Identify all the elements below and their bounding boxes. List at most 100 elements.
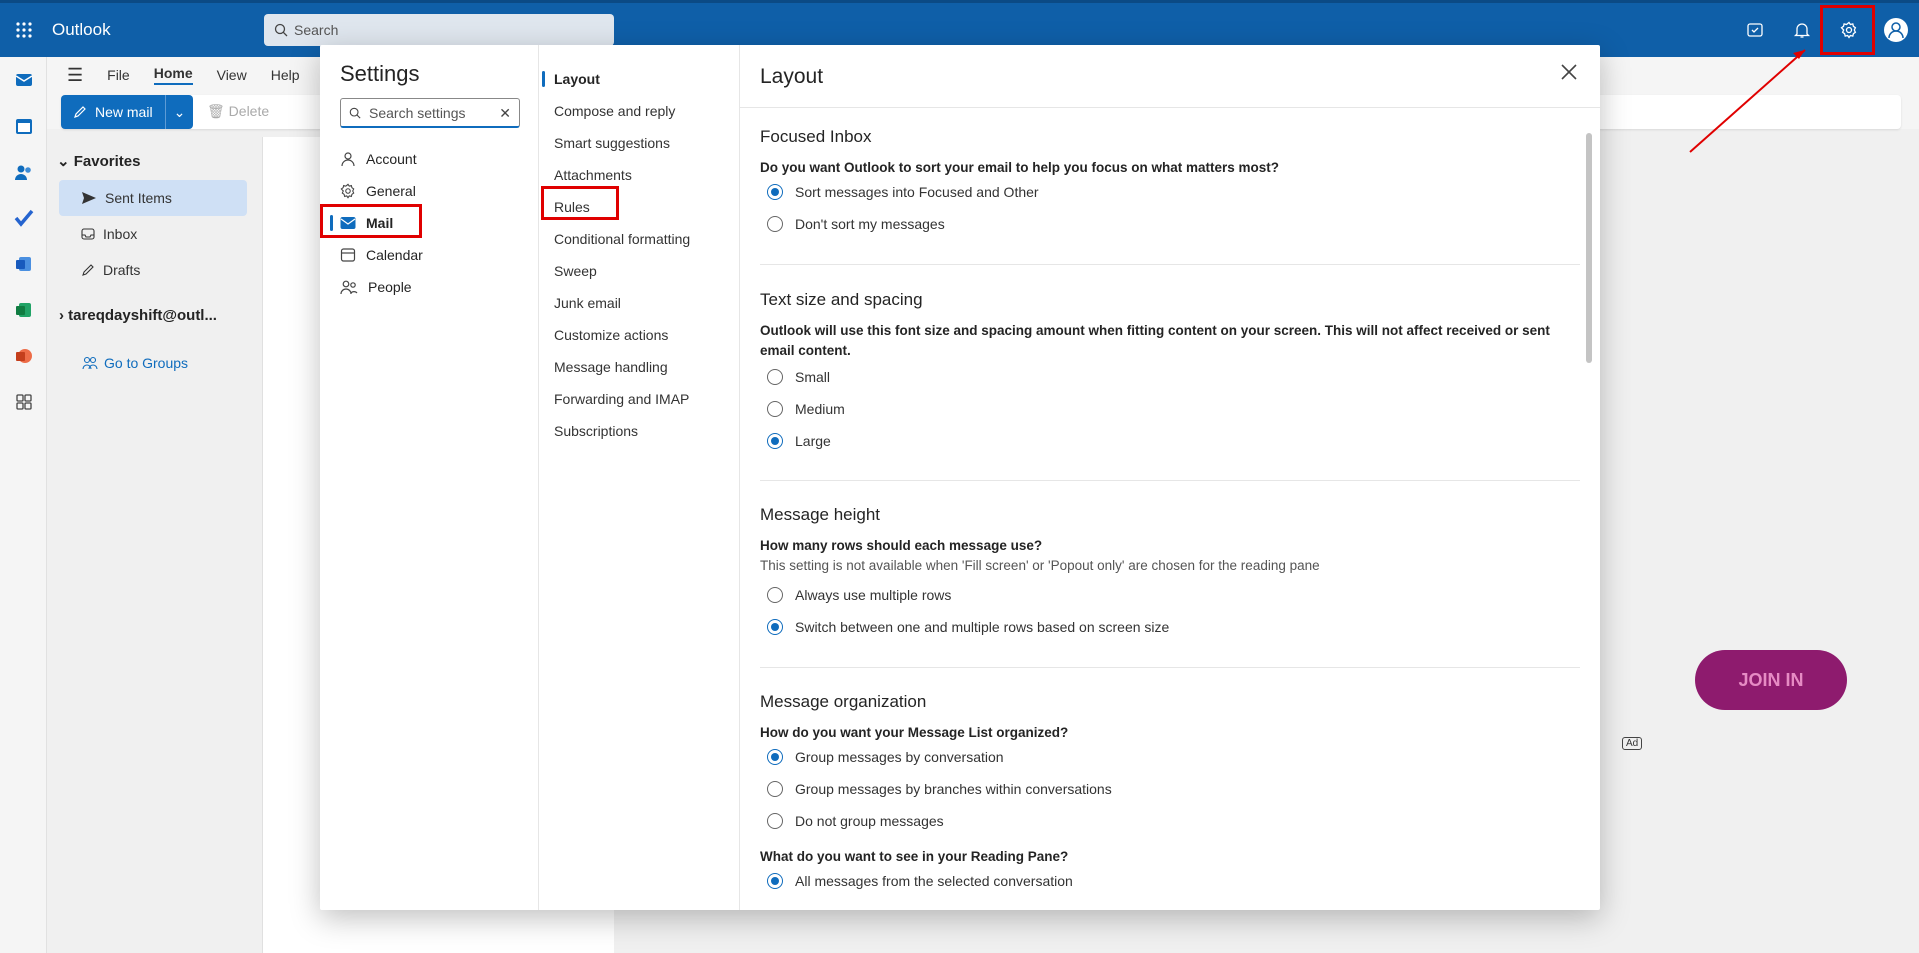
- tab-file[interactable]: File: [107, 67, 130, 83]
- search-icon: [349, 107, 361, 119]
- account-folder[interactable]: › tareqdayshift@outl...: [59, 307, 217, 324]
- groups-label: Go to Groups: [104, 355, 189, 371]
- clear-icon[interactable]: ✕: [499, 105, 511, 122]
- excel-app-icon[interactable]: [0, 287, 47, 333]
- radio-label: Sort messages into Focused and Other: [795, 184, 1039, 200]
- more-apps-icon[interactable]: [0, 379, 47, 425]
- folder-label: Drafts: [103, 262, 141, 278]
- close-icon: [1561, 64, 1577, 80]
- section-focused-inbox-title: Focused Inbox: [760, 127, 872, 146]
- powerpoint-app-icon[interactable]: [0, 333, 47, 379]
- person-icon: [341, 152, 355, 167]
- word-app-icon[interactable]: [0, 241, 47, 287]
- settings-nav-general[interactable]: General: [340, 175, 416, 207]
- radio-dot: [767, 619, 783, 635]
- vertical-scrollbar[interactable]: [1586, 113, 1592, 903]
- mail-nav-sweep[interactable]: Sweep: [554, 255, 597, 287]
- radio-text-large[interactable]: Large: [767, 433, 831, 449]
- settings-content: Layout Focused Inbox Do you want Outlook…: [740, 45, 1600, 910]
- settings-nav-calendar[interactable]: Calendar: [340, 239, 423, 271]
- app-rail: [0, 57, 47, 953]
- ad-badge[interactable]: Ad: [1622, 737, 1643, 750]
- mail-nav-conditional-formatting[interactable]: Conditional formatting: [554, 223, 690, 255]
- radio-dot: [767, 369, 783, 385]
- avatar[interactable]: [1872, 3, 1919, 57]
- radio-dot: [767, 587, 783, 603]
- tab-view[interactable]: View: [217, 67, 247, 83]
- search-icon: [274, 23, 288, 37]
- scrollbar-thumb[interactable]: [1586, 133, 1592, 363]
- settings-highlight-box: [1820, 5, 1875, 55]
- reading-pane-question: What do you want to see in your Reading …: [760, 849, 1069, 864]
- radio-height-multiple[interactable]: Always use multiple rows: [767, 587, 951, 603]
- mail-nav-layout[interactable]: Layout: [554, 63, 600, 95]
- mail-app-icon[interactable]: [0, 57, 47, 103]
- radio-dot: [767, 184, 783, 200]
- people-app-icon[interactable]: [0, 149, 47, 195]
- mail-nav-junk-email[interactable]: Junk email: [554, 287, 621, 319]
- radio-label: All messages from the selected conversat…: [795, 873, 1073, 889]
- search-box[interactable]: Search: [264, 14, 614, 46]
- settings-dialog: Settings Search settings ✕ Account Gener…: [320, 45, 1600, 910]
- delete-button[interactable]: 🗑 Delete: [207, 103, 269, 120]
- chevron-down-icon[interactable]: ⌄: [165, 95, 193, 129]
- radio-label: Always use multiple rows: [795, 587, 952, 603]
- mail-nav-forwarding-imap[interactable]: Forwarding and IMAP: [554, 383, 689, 415]
- section-message-organization-title: Message organization: [760, 692, 927, 711]
- radio-focused-sort[interactable]: Sort messages into Focused and Other: [767, 184, 1039, 200]
- compose-icon: [74, 106, 86, 118]
- settings-nav-account[interactable]: Account: [340, 143, 417, 175]
- go-to-groups-link[interactable]: Go to Groups: [82, 355, 188, 371]
- new-mail-button[interactable]: New mail ⌄: [61, 95, 193, 129]
- app-launcher-icon[interactable]: [0, 3, 48, 57]
- height-question: How many rows should each message use?: [760, 538, 1043, 553]
- search-placeholder: Search: [294, 22, 339, 38]
- radio-height-switch[interactable]: Switch between one and multiple rows bas…: [767, 619, 1169, 635]
- todo-app-icon[interactable]: [0, 195, 47, 241]
- radio-dot: [767, 813, 783, 829]
- nav-label: Account: [366, 151, 417, 167]
- radio-label: Small: [795, 369, 831, 385]
- radio-dot: [767, 873, 783, 889]
- mail-nav-smart-suggestions[interactable]: Smart suggestions: [554, 127, 670, 159]
- settings-scroll-area[interactable]: Focused Inbox Do you want Outlook to sor…: [740, 108, 1600, 910]
- mail-nav-subscriptions[interactable]: Subscriptions: [554, 415, 638, 447]
- folder-inbox[interactable]: Inbox: [59, 216, 247, 252]
- folder-sent-items[interactable]: Sent Items: [59, 180, 247, 216]
- mail-nav-message-handling[interactable]: Message handling: [554, 351, 668, 383]
- folder-label: Inbox: [103, 226, 138, 242]
- radio-focused-dont-sort[interactable]: Don't sort my messages: [767, 216, 945, 232]
- radio-dot: [767, 401, 783, 417]
- favorites-header[interactable]: ⌄ Favorites: [57, 152, 140, 170]
- tab-help[interactable]: Help: [271, 67, 300, 83]
- send-icon: [82, 192, 96, 204]
- folder-drafts[interactable]: Drafts: [59, 252, 247, 288]
- radio-group-branches[interactable]: Group messages by branches within conver…: [767, 781, 1112, 797]
- radio-text-small[interactable]: Small: [767, 369, 830, 385]
- trash-icon: 🗑: [207, 103, 225, 119]
- mail-nav-customize-actions[interactable]: Customize actions: [554, 319, 668, 351]
- drafts-icon: [82, 264, 94, 276]
- tab-home[interactable]: Home: [153, 65, 193, 85]
- app-title[interactable]: Outlook: [52, 20, 264, 40]
- radio-label: Do not group messages: [795, 813, 944, 829]
- inbox-icon: [81, 228, 95, 240]
- ad-panel: [1600, 137, 1919, 732]
- radio-text-medium[interactable]: Medium: [767, 401, 845, 417]
- radio-group-conversation[interactable]: Group messages by conversation: [767, 749, 1004, 765]
- mail-nav-compose[interactable]: Compose and reply: [554, 95, 675, 127]
- radio-dot: [767, 433, 783, 449]
- close-button[interactable]: [1560, 63, 1578, 84]
- search-settings-input[interactable]: Search settings ✕: [340, 98, 520, 128]
- section-message-height-title: Message height: [760, 505, 881, 524]
- radio-no-grouping[interactable]: Do not group messages: [767, 813, 944, 829]
- favorites-label: Favorites: [73, 153, 141, 170]
- nav-label: Calendar: [366, 247, 423, 263]
- calendar-icon: [340, 248, 356, 262]
- radio-reading-all-messages[interactable]: All messages from the selected conversat…: [767, 873, 1073, 889]
- hamburger-icon[interactable]: ☰: [67, 65, 83, 86]
- people-icon: [340, 280, 358, 295]
- calendar-app-icon[interactable]: [0, 103, 47, 149]
- join-in-button[interactable]: JOIN IN: [1695, 650, 1847, 710]
- settings-nav-people[interactable]: People: [340, 271, 412, 303]
